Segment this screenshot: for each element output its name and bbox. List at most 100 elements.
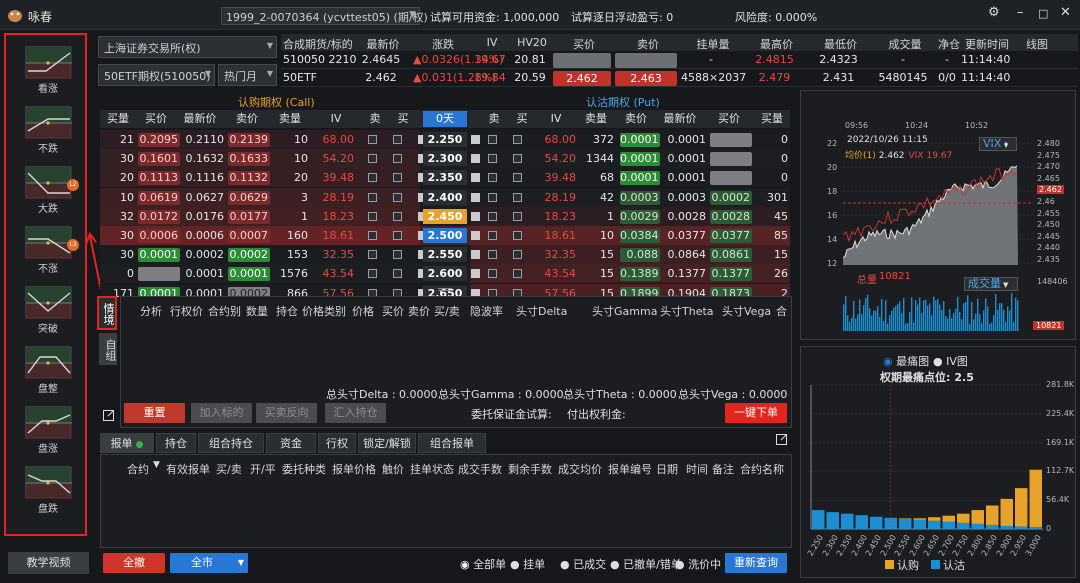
call-sell-checkbox[interactable]	[368, 173, 377, 183]
call-ask-price[interactable]: 0.0007	[228, 229, 270, 243]
put-ask-price[interactable]: 0.0003	[620, 190, 660, 205]
month-select[interactable]: 热门月 ▼	[218, 64, 277, 86]
call-ask-price[interactable]: 0.0629	[228, 190, 270, 205]
put-buy-checkbox[interactable]	[513, 231, 522, 240]
strategy-3[interactable]: L3 不涨	[19, 226, 79, 275]
put-bid-price[interactable]	[710, 152, 752, 167]
put-detail-icon[interactable]	[471, 211, 480, 221]
put-buy-checkbox[interactable]	[513, 154, 522, 164]
call-buy-checkbox[interactable]	[393, 269, 402, 279]
one-click-order-button[interactable]: 一键下单	[725, 403, 787, 423]
call-ask-price[interactable]: 0.1633	[228, 152, 270, 167]
call-buy-checkbox[interactable]	[393, 135, 402, 144]
put-sell-checkbox[interactable]	[488, 250, 497, 260]
put-sell-checkbox[interactable]	[488, 211, 497, 221]
expiry-days[interactable]: 0天	[423, 111, 467, 127]
tab-5[interactable]: 锁定/解锁	[358, 433, 416, 453]
splitter-handle[interactable]	[438, 288, 452, 291]
put-ask-price[interactable]: 0.0029	[620, 209, 660, 224]
put-detail-icon[interactable]	[471, 231, 480, 240]
tab-situation[interactable]: 情境	[97, 296, 117, 330]
filter-radio-3[interactable]: ● 已撤单/错单	[610, 556, 682, 572]
account-select[interactable]: 1999_2-0070364 (ycvttest05) (期/权) ▼	[221, 7, 428, 25]
bid-price-button[interactable]	[553, 53, 611, 68]
put-buy-checkbox[interactable]	[513, 250, 522, 260]
call-buy-checkbox[interactable]	[393, 211, 402, 221]
strategy-0[interactable]: 看涨	[19, 46, 77, 95]
refresh-button[interactable]: 重新查询	[725, 553, 787, 573]
put-ask-price[interactable]: 0.0001	[620, 152, 660, 167]
call-sell-checkbox[interactable]	[368, 231, 377, 240]
call-ask-price[interactable]: 0.0177	[228, 209, 270, 224]
strategy-1[interactable]: 不跌	[19, 106, 77, 155]
reverse-button[interactable]: 买卖反向	[256, 403, 317, 423]
put-ask-price[interactable]: 0.0384	[620, 229, 660, 243]
line-chart-icon[interactable]	[1063, 55, 1073, 65]
filter-radio-0[interactable]: ◉ 全部单	[460, 556, 506, 572]
quote-row[interactable]: 510050 2210 2.4645 ▲0.0326(1.34%) 19.67 20.8…	[281, 52, 1078, 69]
put-sell-checkbox[interactable]	[488, 173, 497, 183]
put-detail-icon[interactable]	[471, 173, 480, 183]
call-buy-checkbox[interactable]	[393, 250, 402, 260]
put-ask-price[interactable]: 0.0001	[620, 171, 660, 186]
call-sell-checkbox[interactable]	[368, 211, 377, 221]
call-bid-price[interactable]: 0.0001	[138, 248, 180, 263]
gear-icon[interactable]: ⚙	[988, 5, 1000, 20]
ask-price-button[interactable]: 2.463	[615, 71, 677, 86]
call-buy-checkbox[interactable]	[393, 192, 402, 202]
call-ask-price[interactable]: 0.0001	[228, 267, 270, 282]
put-detail-icon[interactable]	[471, 192, 480, 202]
strategy-6[interactable]: 盘涨	[19, 406, 77, 455]
put-detail-icon[interactable]	[471, 269, 480, 279]
call-bid-price[interactable]: 0.0619	[138, 190, 180, 205]
call-bid-price[interactable]	[138, 267, 180, 282]
call-sell-checkbox[interactable]	[368, 192, 377, 202]
quote-row[interactable]: 50ETF 2.462 ▲0.031(1.28%) 19.84 20.59 2.462 2.…	[281, 70, 1078, 87]
line-chart-icon[interactable]	[1063, 73, 1073, 83]
put-bid-price[interactable]: 0.0028	[710, 209, 752, 224]
put-buy-checkbox[interactable]	[513, 135, 522, 144]
tab-6[interactable]: 组合报单	[418, 433, 486, 453]
call-bid-price[interactable]: 0.0172	[138, 209, 180, 224]
call-ask-price[interactable]: 0.0002	[228, 248, 270, 263]
strategy-4[interactable]: 突破	[19, 286, 77, 335]
put-ask-price[interactable]: 0.1389	[620, 267, 660, 282]
put-buy-checkbox[interactable]	[513, 211, 522, 221]
bid-price-button[interactable]: 2.462	[553, 71, 611, 86]
call-sell-checkbox[interactable]	[368, 269, 377, 279]
minimize-icon[interactable]: –	[1017, 5, 1024, 20]
maximize-icon[interactable]: □	[1038, 7, 1048, 20]
strategy-2[interactable]: L2 大跌	[19, 166, 79, 215]
put-sell-checkbox[interactable]	[488, 231, 497, 240]
put-ask-price[interactable]: 0.0001	[620, 133, 660, 147]
tab-custom[interactable]: 自组	[99, 333, 117, 365]
put-buy-checkbox[interactable]	[513, 269, 522, 279]
put-detail-icon[interactable]	[471, 135, 480, 144]
ask-price-button[interactable]	[615, 53, 677, 68]
strategy-5[interactable]: 盘整	[19, 346, 77, 395]
market-all-button[interactable]: 全市	[170, 553, 234, 573]
put-detail-icon[interactable]	[471, 154, 480, 164]
put-buy-checkbox[interactable]	[513, 192, 522, 202]
put-bid-price[interactable]: 0.0377	[710, 229, 752, 243]
put-bid-price[interactable]	[710, 171, 752, 186]
exchange-select[interactable]: 上海证券交易所(权) ▼	[98, 36, 277, 58]
call-bid-price[interactable]: 0.2095	[138, 133, 180, 147]
put-bid-price[interactable]: 0.0002	[710, 190, 752, 205]
call-ask-price[interactable]: 0.2139	[228, 133, 270, 147]
popout-icon[interactable]	[776, 434, 787, 445]
put-ask-price[interactable]: 0.088	[620, 248, 660, 263]
call-buy-checkbox[interactable]	[393, 173, 402, 183]
put-sell-checkbox[interactable]	[488, 154, 497, 164]
call-buy-checkbox[interactable]	[393, 231, 402, 240]
tutorial-video-button[interactable]: 教学视频	[8, 552, 89, 574]
strategy-7[interactable]: 盘跌	[19, 466, 77, 515]
call-bid-price[interactable]: 0.1601	[138, 152, 180, 167]
filter-radio-1[interactable]: ● 挂单	[510, 556, 545, 572]
popout-icon[interactable]	[103, 410, 114, 421]
put-sell-checkbox[interactable]	[488, 135, 497, 144]
import-position-button[interactable]: 汇入持仓	[325, 403, 386, 423]
reset-button[interactable]: 重置	[124, 403, 185, 423]
chevron-down-icon[interactable]: ▼	[234, 553, 248, 573]
tab-1[interactable]: 持仓	[156, 433, 196, 453]
